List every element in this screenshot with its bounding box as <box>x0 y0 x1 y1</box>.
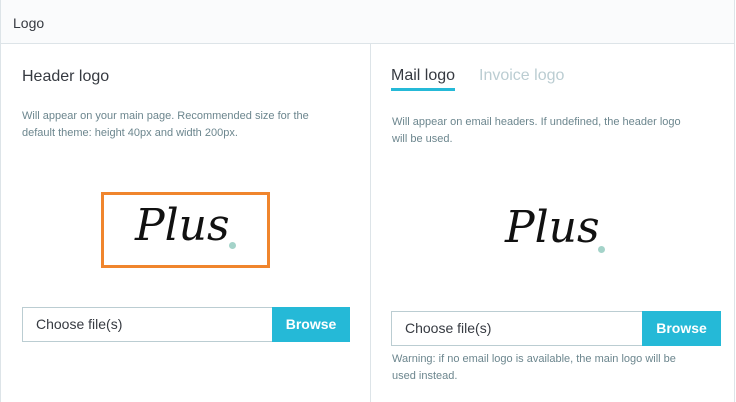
mail-logo-help-line2: will be used. <box>392 133 453 145</box>
mail-logo-warning-line2: used instead. <box>392 370 458 382</box>
header-logo-heading: Header logo <box>22 68 110 85</box>
mail-logo-help-line1: Will appear on email headers. If undefin… <box>392 116 681 128</box>
header-logo-help-line1: Will appear on your main page. Recommend… <box>22 110 309 122</box>
mail-logo-file-input[interactable]: Choose file(s) <box>391 311 643 346</box>
mail-logo-help: Will appear on email headers. If undefin… <box>392 114 727 148</box>
logo-dot-icon <box>598 246 605 253</box>
mail-logo-image: Plus <box>481 196 641 266</box>
logo-panel: Logo Header logo Will appear on your mai… <box>0 0 735 402</box>
header-logo-help: Will appear on your main page. Recommend… <box>22 108 357 142</box>
panel-title: Logo <box>13 15 45 31</box>
mail-logo-wordmark: Plus <box>505 202 600 253</box>
tab-mail-logo[interactable]: Mail logo <box>391 67 456 91</box>
tab-invoice-logo[interactable]: Invoice logo <box>479 67 564 85</box>
panel-header: Logo <box>1 0 734 44</box>
header-logo-browse-button[interactable]: Browse <box>272 307 350 342</box>
mail-logo-warning: Warning: if no email logo is available, … <box>392 351 732 385</box>
column-divider <box>370 44 371 402</box>
mail-logo-warning-line1: Warning: if no email logo is available, … <box>392 353 676 365</box>
mail-logo-browse-button[interactable]: Browse <box>642 311 721 346</box>
header-logo-file-input[interactable]: Choose file(s) <box>22 307 273 342</box>
header-logo-help-line2: default theme: height 40px and width 200… <box>22 127 238 139</box>
header-logo-highlight <box>101 192 270 268</box>
